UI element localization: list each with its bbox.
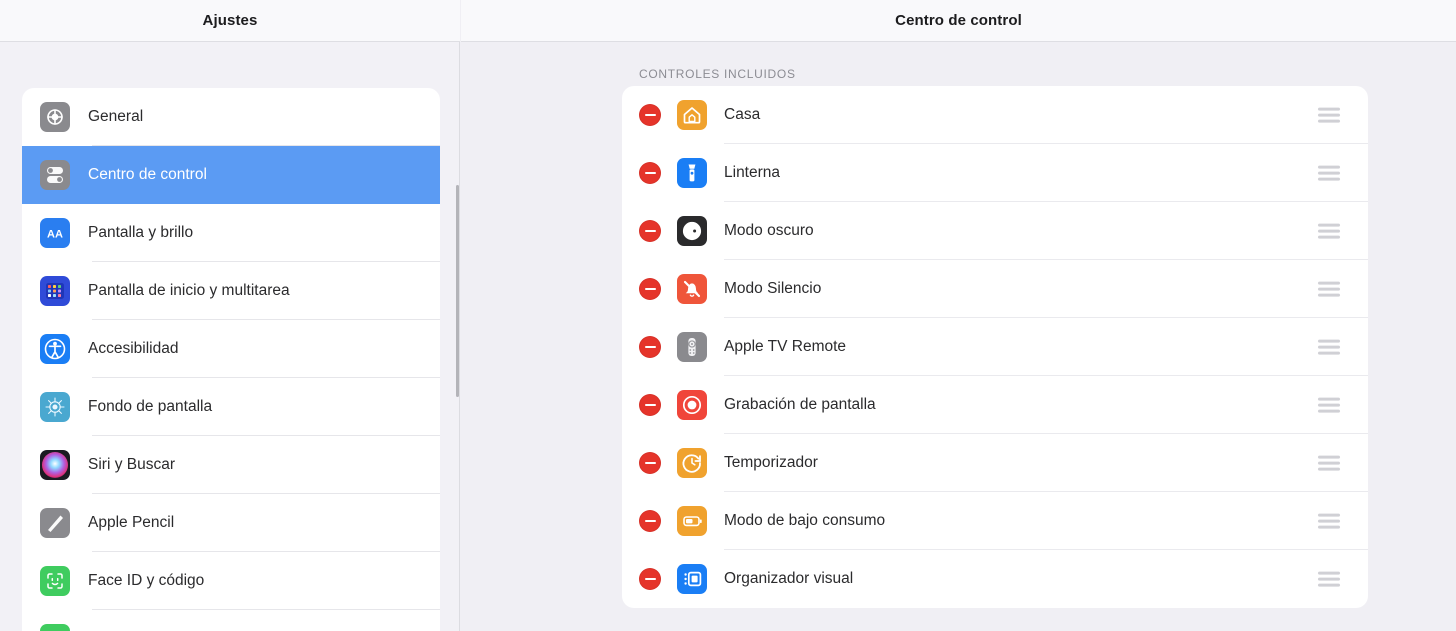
remove-control-button[interactable] [639,278,661,300]
control-label: Modo oscuro [724,222,814,239]
remove-control-button[interactable] [639,394,661,416]
home-screen-multitasking-icon [40,276,70,306]
silent-mode-icon [677,274,707,304]
sidebar-item-accesibilidad[interactable]: Accesibilidad [22,320,440,378]
minus-icon [644,229,656,233]
remove-control-button[interactable] [639,162,661,184]
sidebar-item-label: Apple Pencil [88,514,175,531]
home-app-icon [677,100,707,130]
sidebar-item-pantalla-de-inicio-y-multitarea[interactable]: Pantalla de inicio y multitarea [22,262,440,320]
control-row: Casa [622,86,1368,144]
apple-tv-remote-icon [677,332,707,362]
face-id-icon [40,566,70,596]
sidebar-item-label: Centro de control [88,166,207,183]
accessibility-icon [40,334,70,364]
reorder-handle-icon[interactable] [1318,339,1340,355]
control-row: Organizador visual [622,550,1368,608]
apple-pencil-icon [40,508,70,538]
sidebar-item-label: Siri y Buscar [88,456,175,473]
sidebar-item-fondo-de-pantalla[interactable]: Fondo de pantalla [22,378,440,436]
reorder-handle-icon[interactable] [1318,165,1340,181]
sidebar-item-label: Fondo de pantalla [88,398,213,415]
sidebar-item-apple-pencil[interactable]: Apple Pencil [22,494,440,552]
screen-recording-icon [677,390,707,420]
page-title-settings: Ajustes [202,12,258,29]
gear-icon [40,102,70,132]
control-row: Linterna [622,144,1368,202]
stage-manager-icon [677,564,707,594]
flashlight-icon [677,158,707,188]
reorder-handle-icon[interactable] [1318,223,1340,239]
display-brightness-icon: AA [40,218,70,248]
page-title-control-center: Centro de control [895,12,1022,29]
dark-mode-icon [677,216,707,246]
detail-titlebar: Centro de control [461,0,1456,42]
minus-icon [644,171,656,175]
low-power-mode-icon [677,506,707,536]
minus-icon [644,577,656,581]
sidebar-item-pantalla-y-brillo[interactable]: AA Pantalla y brillo [22,204,440,262]
minus-icon [644,403,656,407]
reorder-handle-icon[interactable] [1318,513,1340,529]
reorder-handle-icon[interactable] [1318,455,1340,471]
settings-window: Ajustes Centro de control General Centro… [0,0,1456,631]
settings-sidebar: General Centro de control AA Pantalla y br… [0,42,460,631]
minus-icon [644,345,656,349]
control-row: Modo Silencio [622,260,1368,318]
sidebar-item-siri-y-buscar[interactable]: Siri y Buscar [22,436,440,494]
remove-control-button[interactable] [639,452,661,474]
svg-text:AA: AA [47,229,63,241]
control-row: Modo de bajo consumo [622,492,1368,550]
remove-control-button[interactable] [639,336,661,358]
control-label: Modo Silencio [724,280,822,297]
sidebar-item-label: General [88,108,144,125]
wallpaper-icon [40,392,70,422]
included-controls-list: Casa Linterna Modo oscuro Modo Silencio … [622,86,1368,608]
control-row: Apple TV Remote [622,318,1368,376]
control-label: Organizador visual [724,570,854,587]
green-partial-icon [40,624,70,631]
timer-icon [677,448,707,478]
section-header-included-controls: CONTROLES INCLUIDOS [639,67,796,81]
control-label: Grabación de pantalla [724,396,876,413]
remove-control-button[interactable] [639,510,661,532]
sidebar-item-centro-de-control[interactable]: Centro de control [22,146,440,204]
sidebar-scrollbar[interactable] [456,185,459,397]
control-row: Modo oscuro [622,202,1368,260]
siri-icon [40,450,70,480]
control-label: Apple TV Remote [724,338,847,355]
sidebar-list: General Centro de control AA Pantalla y br… [22,88,440,631]
control-label: Temporizador [724,454,818,471]
control-center-icon [40,160,70,190]
remove-control-button[interactable] [639,220,661,242]
reorder-handle-icon[interactable] [1318,107,1340,123]
control-label: Linterna [724,164,781,181]
minus-icon [644,113,656,117]
sidebar-item-general[interactable]: General [22,88,440,146]
sidebar-item-label: Pantalla y brillo [88,224,194,241]
control-row: Temporizador [622,434,1368,492]
sidebar-item-label: Pantalla de inicio y multitarea [88,282,290,299]
sidebar-item-label: Face ID y código [88,572,205,589]
control-center-detail: CONTROLES INCLUIDOS Casa Linterna Modo o… [461,42,1456,631]
sidebar-item-partial-9[interactable] [22,610,440,631]
reorder-handle-icon[interactable] [1318,571,1340,587]
control-label: Modo de bajo consumo [724,512,886,529]
remove-control-button[interactable] [639,104,661,126]
remove-control-button[interactable] [639,568,661,590]
sidebar-item-face-id-y-c-digo[interactable]: Face ID y código [22,552,440,610]
sidebar-item-label: Accesibilidad [88,340,179,357]
control-label: Casa [724,106,761,123]
minus-icon [644,461,656,465]
sidebar-titlebar: Ajustes [0,0,460,42]
reorder-handle-icon[interactable] [1318,281,1340,297]
minus-icon [644,287,656,291]
minus-icon [644,519,656,523]
reorder-handle-icon[interactable] [1318,397,1340,413]
control-row: Grabación de pantalla [622,376,1368,434]
